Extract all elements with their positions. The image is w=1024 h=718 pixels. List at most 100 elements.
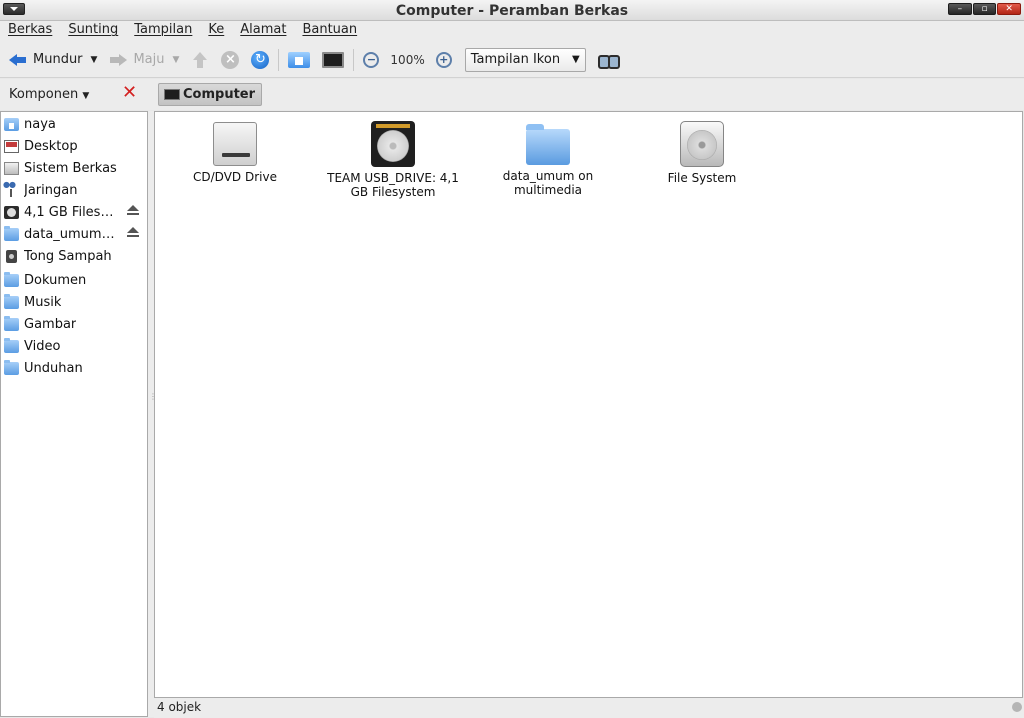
view-mode-value: Tampilan Ikon <box>470 52 561 67</box>
window-title: Computer - Peramban Berkas <box>395 3 629 19</box>
folder-icon <box>4 293 19 309</box>
eject-icon[interactable] <box>127 205 139 217</box>
close-window-button[interactable]: ✕ <box>997 3 1022 15</box>
file-item-usb-drive[interactable]: TEAM USB_DRIVE: 4,1 GB Filesystem <box>323 121 463 199</box>
up-button[interactable] <box>188 46 212 74</box>
maximize-button[interactable]: ▫ <box>972 3 997 15</box>
zoom-level: 100% <box>390 52 425 67</box>
zoom-in-button[interactable]: + <box>433 46 455 74</box>
eject-icon[interactable] <box>127 227 139 239</box>
menu-ke[interactable]: Ke <box>208 21 232 42</box>
sidebar-pane-title: Komponen <box>9 87 79 102</box>
resize-grip-icon[interactable] <box>1012 702 1022 712</box>
file-item-label: TEAM USB_DRIVE: 4,1 GB Filesystem <box>327 171 459 199</box>
desktop-icon <box>4 139 19 153</box>
usb-hard-drive-icon <box>371 121 415 167</box>
status-text: 4 objek <box>157 700 202 714</box>
sidebar-item-naya[interactable]: naya <box>4 114 144 134</box>
menu-alamat[interactable]: Alamat <box>240 21 294 42</box>
toolbar: Mundur ▼ Maju ▼ × ↻ − 100% + Tampilan Ik… <box>0 42 1024 78</box>
file-view-pane[interactable]: CD/DVD Drive TEAM USB_DRIVE: 4,1 GB File… <box>154 111 1023 698</box>
close-sidebar-icon[interactable]: ✕ <box>122 84 137 102</box>
chevron-down-icon: ▼ <box>82 91 90 101</box>
sidebar-item-desktop[interactable]: Desktop <box>4 136 144 156</box>
sidebar-item-label: Video <box>24 338 61 354</box>
sidebar-item-unduhan[interactable]: Unduhan <box>4 358 144 378</box>
home-button[interactable] <box>285 46 313 74</box>
file-item-data-umum[interactable]: data_umum on multimedia <box>478 121 618 197</box>
menu-berkas[interactable]: Berkas <box>8 21 60 42</box>
menu-bantuan[interactable]: Bantuan <box>302 21 365 42</box>
file-item-label: data_umum on multimedia <box>502 169 594 197</box>
sidebar-item-label: Tong Sampah <box>24 248 112 264</box>
back-history-dropdown-icon[interactable]: ▼ <box>91 55 98 65</box>
filesystem-drive-icon <box>680 121 724 167</box>
sidebar-item-label: Desktop <box>24 138 78 154</box>
reload-button[interactable]: ↻ <box>248 46 272 74</box>
cd-drive-icon <box>213 122 257 166</box>
network-icon <box>3 180 19 197</box>
sidebar: naya Desktop Sistem Berkas Jaringan 4,1 … <box>0 111 148 717</box>
toolbar-separator <box>278 48 280 71</box>
view-mode-select[interactable]: Tampilan Ikon ▼ <box>464 47 586 72</box>
sidebar-item-usb-filesystem[interactable]: 4,1 GB Filesystem <box>4 202 144 222</box>
folder-icon <box>4 225 19 241</box>
folder-icon <box>4 271 19 287</box>
sidebar-pane-selector[interactable]: Komponen ▼ <box>9 87 89 102</box>
sidebar-item-label: Dokumen <box>24 272 87 288</box>
zoom-out-icon: − <box>363 51 380 68</box>
status-bar: 4 objek <box>154 698 1024 718</box>
home-icon <box>288 51 311 68</box>
folder-icon <box>4 337 19 353</box>
file-item-label: File System <box>667 171 737 185</box>
title-bar: Computer - Peramban Berkas – ▫ ✕ <box>0 0 1024 21</box>
zoom-in-icon: + <box>435 51 452 68</box>
sidebar-item-label: Gambar <box>24 316 77 332</box>
splitter-grip-icon: ⋮ <box>149 392 157 401</box>
sidebar-item-label: Sistem Berkas <box>24 160 117 176</box>
hard-drive-icon <box>4 205 19 219</box>
back-label: Mundur <box>33 52 83 67</box>
chevron-down-icon: ▼ <box>572 54 580 65</box>
home-folder-icon <box>4 117 19 131</box>
stop-button[interactable]: × <box>218 46 242 74</box>
forward-arrow-icon <box>109 51 128 69</box>
sidebar-item-dokumen[interactable]: Dokumen <box>4 270 144 290</box>
sidebar-item-label: Musik <box>24 294 62 310</box>
sidebar-item-video[interactable]: Video <box>4 336 144 356</box>
sidebar-item-jaringan[interactable]: Jaringan <box>3 180 144 200</box>
sidebar-item-label: 4,1 GB Filesystem <box>24 204 118 220</box>
sidebar-item-gambar[interactable]: Gambar <box>4 314 144 334</box>
up-arrow-icon <box>191 51 209 69</box>
sidebar-item-label: naya <box>24 116 56 132</box>
back-arrow-icon <box>9 51 27 69</box>
sidebar-item-musik[interactable]: Musik <box>4 292 144 312</box>
sidebar-item-label: data_umum on multimedia <box>24 226 118 242</box>
back-button[interactable]: Mundur ▼ <box>6 46 106 74</box>
forward-history-dropdown-icon[interactable]: ▼ <box>173 55 180 65</box>
reload-icon: ↻ <box>251 50 270 69</box>
forward-label: Maju <box>133 52 165 67</box>
computer-button[interactable] <box>319 46 347 74</box>
zoom-out-button[interactable]: − <box>360 46 382 74</box>
breadcrumb-label: Computer <box>183 87 256 102</box>
sidebar-item-label: Jaringan <box>24 182 78 198</box>
search-button[interactable] <box>594 46 622 74</box>
network-folder-icon <box>526 124 570 165</box>
minimize-button[interactable]: – <box>948 3 972 15</box>
location-bar: Komponen ▼ ✕ Computer <box>0 79 1024 110</box>
file-item-file-system[interactable]: File System <box>632 121 772 185</box>
trash-icon <box>6 249 17 263</box>
search-binoculars-icon <box>597 51 620 69</box>
sidebar-item-data-umum[interactable]: data_umum on multimedia <box>4 224 144 244</box>
sidebar-item-sistem-berkas[interactable]: Sistem Berkas <box>4 158 144 178</box>
breadcrumb-computer[interactable]: Computer <box>158 83 263 106</box>
menu-tampilan[interactable]: Tampilan <box>134 21 200 42</box>
folder-icon <box>4 315 19 331</box>
computer-icon <box>322 51 345 68</box>
filesystem-icon <box>4 161 19 175</box>
sidebar-item-tong-sampah[interactable]: Tong Sampah <box>4 246 144 266</box>
file-item-cd-dvd-drive[interactable]: CD/DVD Drive <box>165 122 305 184</box>
menu-sunting[interactable]: Sunting <box>68 21 126 42</box>
forward-button[interactable]: Maju ▼ <box>106 46 188 74</box>
